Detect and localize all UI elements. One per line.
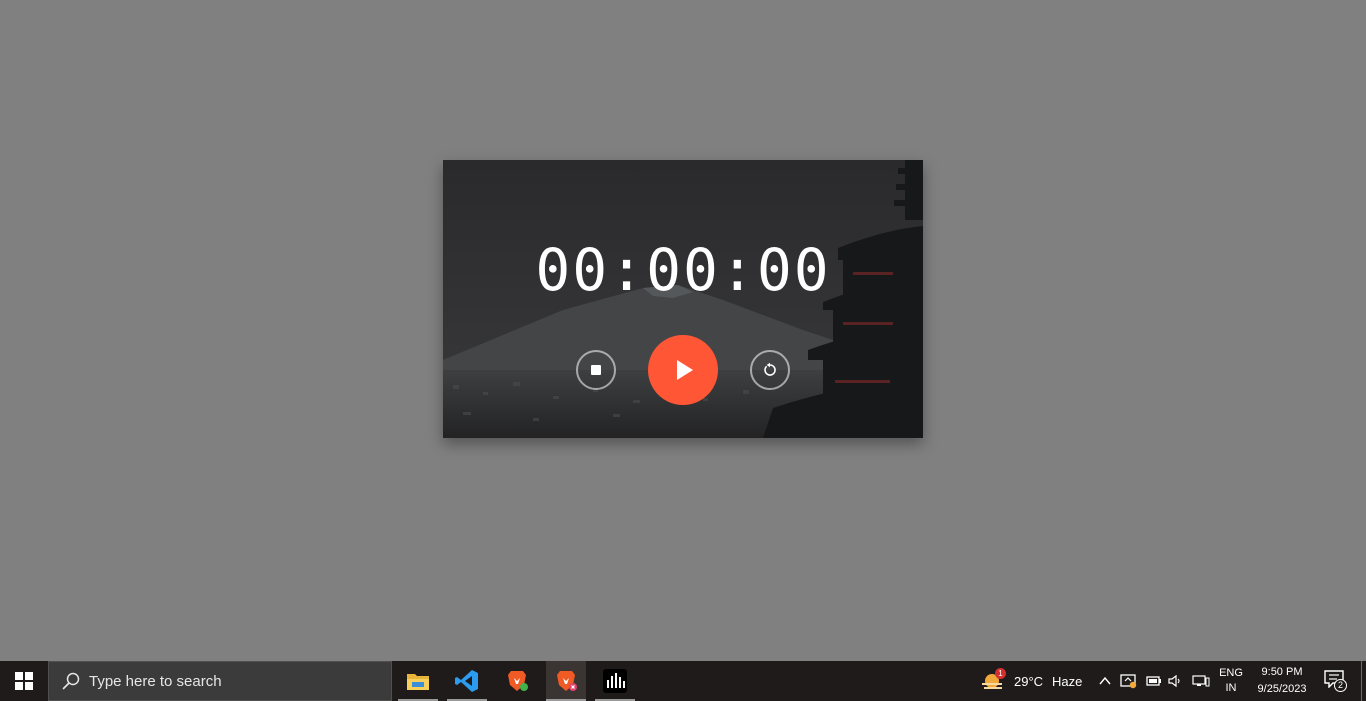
windows-logo-icon [15,672,33,690]
play-icon [677,360,693,380]
file-explorer-icon [407,674,429,690]
taskbar-app-file-explorer[interactable] [398,661,438,701]
input-language-indicator[interactable]: ENG IN [1216,666,1246,696]
brave-browser-icon [557,671,577,691]
stopwatch-card: 00:00:00 [443,160,923,438]
taskbar: Type here to search 1 29°C Haze ENG IN 9… [0,661,1366,701]
audio-visualizer-icon [603,669,627,693]
show-hidden-icons-chevron-icon[interactable] [1097,673,1113,689]
notification-count-badge: 2 [1334,679,1347,692]
battery-icon[interactable] [1145,673,1161,689]
clock-time: 9:50 PM [1261,666,1303,678]
security-center-icon[interactable] [1120,673,1137,689]
weather-condition[interactable]: Haze [1052,674,1082,689]
taskbar-app-vscode[interactable] [447,661,487,701]
reset-icon [764,362,776,376]
brave-browser-icon [508,671,528,691]
weather-temperature[interactable]: 29°C [1014,674,1043,689]
weather-badge: 1 [995,668,1006,679]
reset-button[interactable] [750,350,790,390]
clock-date: 9/25/2023 [1257,683,1307,695]
search-icon [62,672,80,690]
stop-button[interactable] [576,350,616,390]
taskbar-app-brave-active[interactable] [546,661,586,701]
taskbar-app-brave[interactable] [497,661,537,701]
network-icon[interactable] [1192,673,1210,689]
taskbar-clock[interactable]: 9:50 PM 9/25/2023 [1252,665,1312,697]
start-button[interactable] [0,661,48,701]
taskbar-search-box[interactable]: Type here to search [48,661,392,701]
vscode-icon [455,670,478,692]
language-line2: IN [1225,682,1237,694]
stop-icon [591,365,601,375]
volume-icon[interactable] [1167,673,1183,689]
play-button[interactable] [648,335,718,405]
taskbar-app-audio[interactable] [595,661,635,701]
action-center-button[interactable]: 2 [1324,670,1348,692]
language-line1: ENG [1219,667,1243,679]
elapsed-time-display: 00:00:00 [535,236,831,304]
show-desktop-button[interactable] [1361,661,1366,701]
weather-widget-icon[interactable]: 1 [980,668,1006,693]
search-placeholder: Type here to search [89,672,222,690]
